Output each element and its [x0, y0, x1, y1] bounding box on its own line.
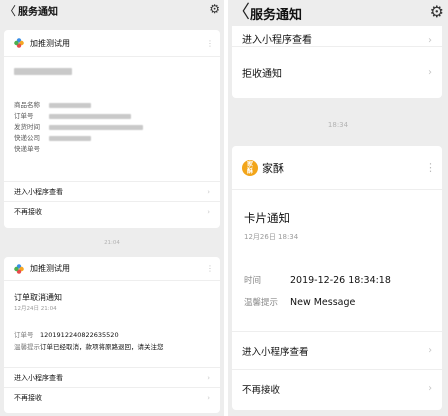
notification-card: 家酥 家酥 ⋮ 卡片通知 12月26日 18:34 时间 2019-12-26 1… [232, 146, 442, 410]
nav-bar: 〈 服务通知 ⚙ [0, 0, 224, 20]
info-row: 快递单号 [14, 145, 40, 153]
chevron-right-icon: › [207, 393, 210, 402]
app-flower-icon [14, 38, 24, 48]
app-flower-icon [14, 263, 24, 274]
info-row: 发货时间 [14, 122, 143, 133]
info-row: 订单号 1201912240822635520 [14, 331, 119, 339]
info-list: 时间 2019-12-26 18:34:18 温馨提示 New Message [244, 270, 391, 314]
chevron-right-icon: › [207, 207, 210, 216]
stop-receiving-button[interactable]: 不再接收 › [232, 369, 442, 407]
nav-bar: 〈 服务通知 ⚙ [228, 0, 448, 26]
app-name: 家酥 [262, 161, 284, 175]
redacted-title [14, 68, 72, 75]
info-row: 时间 2019-12-26 18:34:18 [244, 275, 391, 286]
notification-date: 12月26日 18:34 [244, 233, 299, 241]
notification-card: 加推测试用 ⋮ 订单取消通知 12月24日 21:04 订单号 120191224… [4, 257, 220, 413]
redacted-value [49, 103, 91, 108]
redacted-value [49, 125, 143, 130]
chevron-right-icon: › [207, 187, 210, 196]
card-menu: 进入小程序查看 › 不再接收 › [4, 367, 220, 407]
back-button[interactable]: 〈 [4, 2, 16, 19]
card-menu: 进入小程序查看 › 不再接收 › [232, 331, 442, 407]
page-title: 服务通知 [250, 7, 303, 23]
gear-icon[interactable]: ⚙ [430, 4, 444, 20]
redacted-value [49, 114, 131, 119]
info-row: 商品名称 [14, 100, 143, 111]
info-row: 温馨提示 New Message [244, 297, 356, 308]
brand-logo-icon: 家酥 [242, 159, 258, 176]
chevron-right-icon: › [428, 383, 432, 394]
redacted-value [49, 136, 91, 141]
notification-title: 订单取消通知 [14, 293, 62, 302]
info-row: 订单号 [14, 111, 143, 122]
notification-date: 12月24日 21:04 [14, 306, 57, 312]
info-list: 订单号 1201912240822635520 温馨提示订单已经取消，款项将原路退… [14, 329, 164, 353]
card-header: 加推测试用 ⋮ [4, 257, 220, 281]
card-menu: 进入小程序查看 › 不再接收 › [4, 181, 220, 221]
reject-notification-button[interactable]: 拒收通知 › [232, 46, 442, 98]
info-list: 商品名称 订单号 发货时间 快递公司 快递单号 [14, 100, 143, 155]
chevron-right-icon: › [428, 67, 432, 78]
info-row: 温馨提示订单已经取消，款项将原路退回，请关注您 [14, 343, 164, 351]
stop-receiving-button[interactable]: 不再接收 › [4, 387, 220, 407]
gear-icon[interactable]: ⚙ [209, 3, 220, 15]
card-header: 加推测试用 ⋮ [4, 30, 220, 57]
open-miniprogram-button[interactable]: 进入小程序查看 › [4, 181, 220, 201]
notification-card-partial: 进入小程序查看 › 拒收通知 › [232, 26, 442, 98]
open-miniprogram-button[interactable]: 进入小程序查看 › [4, 367, 220, 387]
back-button[interactable]: 〈 [232, 4, 250, 22]
left-screen: 〈 服务通知 ⚙ 加推测试用 ⋮ 商品名称 订单号 发货时间 快递公司 快递单号… [0, 0, 224, 416]
notification-title: 卡片通知 [244, 211, 290, 225]
open-miniprogram-button[interactable]: 进入小程序查看 › [232, 26, 442, 46]
more-icon[interactable]: ⋮ [206, 39, 214, 48]
app-name: 加推测试用 [30, 38, 70, 48]
timestamp: 18:34 [327, 121, 349, 129]
card-header: 家酥 家酥 ⋮ [232, 146, 442, 190]
chevron-right-icon: › [428, 345, 432, 356]
stop-receiving-button[interactable]: 不再接收 › [4, 201, 220, 221]
more-icon[interactable]: ⋮ [206, 264, 214, 273]
app-name: 加推测试用 [30, 264, 70, 273]
open-miniprogram-button[interactable]: 进入小程序查看 › [232, 331, 442, 369]
info-row: 快递公司 [14, 133, 143, 144]
right-screen: 进入小程序查看 › 拒收通知 › 〈 服务通知 ⚙ 18:34 家酥 家酥 ⋮ 卡片… [228, 0, 448, 416]
chevron-right-icon: › [428, 35, 432, 46]
chevron-right-icon: › [207, 373, 210, 382]
notification-card: 加推测试用 ⋮ 商品名称 订单号 发货时间 快递公司 快递单号 进入小程序查看 ›… [4, 30, 220, 228]
page-title: 服务通知 [18, 6, 58, 18]
more-icon[interactable]: ⋮ [425, 161, 436, 174]
timestamp: 21:04 [104, 240, 120, 246]
